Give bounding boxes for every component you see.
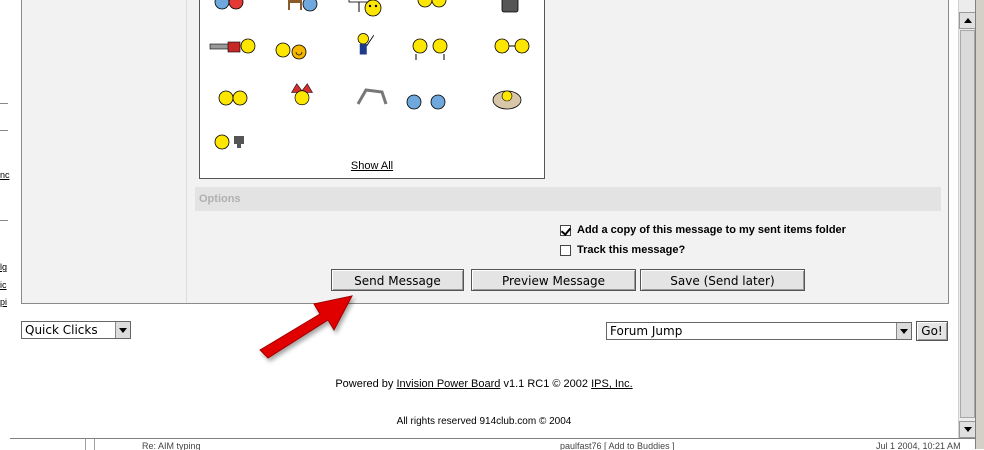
- left-column: [22, 0, 187, 303]
- background-link-fragment: pi: [0, 297, 8, 307]
- annotation-arrow-icon: [259, 295, 353, 359]
- options-label: Options: [199, 193, 241, 205]
- message-compose-window: Show All Options Add a copy of this mess…: [10, 0, 958, 438]
- smiley-sign-icon[interactable]: [345, 0, 385, 18]
- smiley-horse-icon[interactable]: [352, 82, 392, 110]
- quick-clicks-select[interactable]: Quick Clicks: [21, 321, 131, 339]
- chevron-down-icon[interactable]: [115, 322, 130, 338]
- smiley-trashcan-icon[interactable]: [490, 0, 530, 16]
- smiley-computer-icon[interactable]: [210, 128, 250, 156]
- smilies-box: Show All: [199, 0, 545, 179]
- invision-power-board-link[interactable]: Invision Power Board: [396, 378, 500, 390]
- divider: [94, 439, 95, 450]
- quick-clicks-value: Quick Clicks: [25, 323, 98, 337]
- forum-jump-value: Forum Jump: [610, 324, 683, 338]
- forum-jump-select[interactable]: Forum Jump: [606, 322, 912, 340]
- compose-panel: Show All Options Add a copy of this mess…: [21, 0, 949, 304]
- preview-message-button[interactable]: Preview Message: [471, 269, 636, 291]
- scroll-down-icon[interactable]: [959, 421, 976, 438]
- smiley-chair-icon[interactable]: [280, 0, 320, 16]
- background-link-fragment: nc: [0, 170, 10, 180]
- divider: [0, 130, 8, 131]
- smiley-jester-icon[interactable]: [282, 82, 322, 110]
- smiley-group-icon[interactable]: [408, 34, 456, 62]
- background-window-row: Re: AIM typing paulfast76 [ Add to Buddi…: [10, 438, 984, 450]
- powered-by-line: Powered by Invision Power Board v1.1 RC1…: [10, 378, 958, 390]
- powered-by-text: Powered by: [335, 378, 394, 390]
- background-link-fragment: lg: [0, 262, 8, 272]
- scroll-up-icon[interactable]: [959, 12, 976, 29]
- chevron-down-icon[interactable]: [896, 323, 911, 339]
- scroll-thumb[interactable]: [960, 30, 975, 418]
- smiley-pair-icon[interactable]: [413, 0, 453, 14]
- window-frame-edge: [975, 0, 984, 449]
- vertical-scrollbar[interactable]: [958, 0, 976, 438]
- copyright-line: All rights reserved 914club.com © 2004: [396, 416, 572, 427]
- smiley-eyes-icon[interactable]: [214, 84, 254, 112]
- options-section-header: Options: [195, 187, 941, 211]
- smiley-talking-icon[interactable]: [492, 34, 532, 62]
- divider: [85, 439, 86, 450]
- track-message-checkbox[interactable]: [560, 244, 571, 256]
- sent-copy-option: Add a copy of this message to my sent it…: [560, 222, 846, 238]
- smiley-coffee-icon[interactable]: [487, 84, 527, 112]
- version-text: v1.1 RC1 © 2002: [503, 378, 589, 390]
- show-all-smilies-link[interactable]: Show All: [200, 160, 544, 172]
- smiley-rocker-icon[interactable]: [345, 30, 385, 58]
- track-message-label: Track this message?: [577, 244, 686, 256]
- smiley-chainsaw-icon[interactable]: [208, 34, 258, 62]
- go-button[interactable]: Go!: [916, 321, 948, 341]
- sent-copy-checkbox[interactable]: [560, 224, 571, 236]
- track-message-option: Track this message?: [560, 242, 685, 258]
- ips-link[interactable]: IPS, Inc.: [591, 378, 633, 390]
- smiley-two-faces-icon[interactable]: [210, 0, 250, 16]
- smiley-snail-icon[interactable]: [272, 34, 312, 62]
- smiley-grin-pair-icon[interactable]: [400, 88, 450, 116]
- background-link-fragment: ic: [0, 280, 7, 290]
- divider: [0, 103, 8, 104]
- save-send-later-button[interactable]: Save (Send later): [640, 269, 805, 291]
- divider: [0, 220, 8, 221]
- sent-copy-label: Add a copy of this message to my sent it…: [577, 224, 846, 236]
